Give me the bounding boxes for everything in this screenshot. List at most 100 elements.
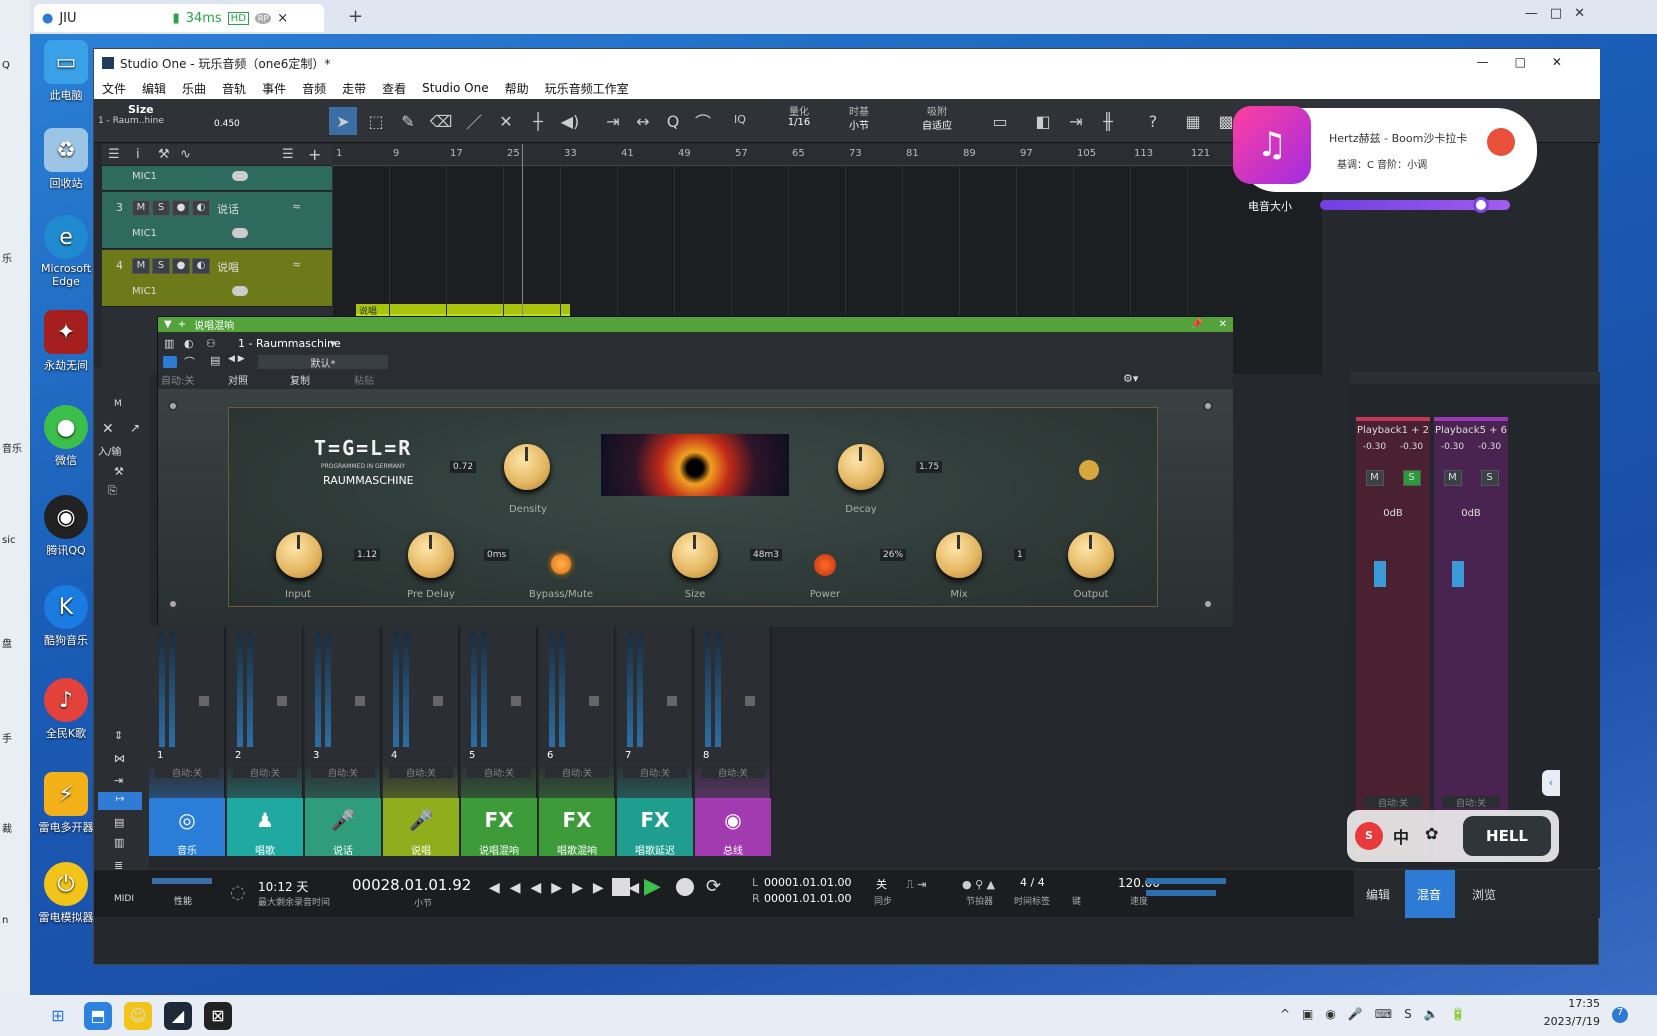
output-icon[interactable]: ↦	[98, 792, 142, 810]
param-value[interactable]: 0.450	[214, 119, 240, 129]
channel-icon[interactable]: ◉	[695, 798, 771, 842]
solo-button[interactable]: S	[152, 258, 170, 274]
close-icon[interactable]: ✕	[1219, 319, 1227, 330]
channel-icon[interactable]: FX	[539, 798, 615, 842]
punch-icons[interactable]: ⎍ ⇥	[906, 878, 926, 892]
bypass-icon[interactable]	[163, 356, 177, 368]
desktop-icon-wechat[interactable]: ● 微信	[36, 405, 96, 468]
solo-button[interactable]: S	[1480, 470, 1499, 486]
automation-mode[interactable]: 自动:关	[623, 766, 687, 779]
collapse-icon[interactable]: ▼	[164, 319, 172, 330]
size-knob[interactable]	[672, 532, 718, 578]
input-knob[interactable]	[276, 532, 322, 578]
gear-icon[interactable]: ⚙▾	[1123, 372, 1138, 385]
automation-mode[interactable]: 自动:关	[311, 766, 375, 779]
power-icon[interactable]: ◐	[184, 337, 194, 350]
tray-icons[interactable]: ^▣◉🎤⌨S🔈🔋	[1280, 1007, 1478, 1021]
quantize-value[interactable]: 1/16	[774, 117, 824, 128]
stop-button[interactable]	[612, 878, 630, 896]
menu-studio-one[interactable]: Studio One	[422, 81, 488, 95]
fader-handle[interactable]	[433, 696, 443, 706]
automation-mode[interactable]: 自动:关	[545, 766, 609, 779]
desktop-icon-qq[interactable]: ◉ 腾讯QQ	[36, 495, 96, 558]
todesk-icon[interactable]: ⬒	[84, 1001, 112, 1030]
desktop-icon-multi[interactable]: ⚡ 雷电多开器	[36, 772, 96, 835]
keyboard-icon[interactable]: ▥	[114, 836, 124, 849]
range-tool-icon[interactable]: ⬚	[362, 107, 390, 135]
narrow-icon[interactable]: ⋈	[114, 752, 125, 765]
eraser-tool-icon[interactable]: ⌫	[427, 107, 455, 135]
desktop-icon-edge[interactable]: e Microsoft Edge	[36, 215, 96, 288]
video-icon[interactable]: ▦	[1179, 107, 1207, 135]
record-button[interactable]: ●	[172, 200, 190, 216]
help-button[interactable]: ?	[1139, 107, 1167, 135]
view-mix-button[interactable]: 混音	[1417, 886, 1441, 903]
pan-left[interactable]: -0.30	[1441, 442, 1464, 452]
plugin-title-bar[interactable]: ▼ + 说唱混响 📌 ✕	[158, 317, 1233, 332]
density-knob[interactable]	[504, 444, 550, 490]
time-signature[interactable]: 4 / 4	[1020, 876, 1045, 889]
bend-icon[interactable]: ⌒	[689, 107, 717, 135]
desktop-icon-computer[interactable]: ▭ 此电脑	[36, 40, 96, 103]
menu-help[interactable]: 帮助	[505, 80, 529, 97]
menu-audio[interactable]: 音频	[302, 80, 326, 97]
ime-apps-icon[interactable]: ✿	[1425, 824, 1438, 843]
pin-icon[interactable]: 📌	[1191, 319, 1203, 330]
minus-icon[interactable]: ▭	[986, 107, 1014, 135]
fader-handle[interactable]	[199, 696, 209, 706]
desktop-icon-karaoke[interactable]: ♪ 全民K歌	[36, 678, 96, 741]
menu-file[interactable]: 文件	[102, 80, 126, 97]
capcut-taskbar-icon[interactable]: ⊠	[204, 1001, 232, 1030]
automation-icon[interactable]: ∿	[180, 147, 191, 162]
emulator-taskbar-icon[interactable]: ☺	[124, 1001, 152, 1030]
monitor-button[interactable]: ◐	[192, 200, 210, 216]
info-icon[interactable]: i	[136, 147, 140, 162]
ime-skin[interactable]: HELL	[1463, 816, 1551, 856]
channel-icon[interactable]: ♟	[227, 798, 303, 842]
metronome-icons[interactable]: ● ⚲ ▲	[962, 878, 995, 891]
plugin-instance[interactable]: 1 - Raummaschine	[238, 337, 341, 350]
power-button[interactable]	[814, 554, 836, 576]
windows-start-icon[interactable]: ⊞	[44, 1002, 72, 1030]
play-button[interactable]: ▶	[644, 874, 661, 899]
compare-button[interactable]: 对照	[228, 372, 248, 387]
chevron-down-icon[interactable]: ▾	[330, 337, 336, 350]
fader-handle[interactable]	[1452, 561, 1464, 587]
new-tab-button[interactable]: +	[348, 6, 363, 27]
split-tool-icon[interactable]: ┼	[524, 107, 552, 135]
fader-handle[interactable]	[589, 696, 599, 706]
chevron-left-icon[interactable]: ‹	[1542, 770, 1560, 796]
pan-right[interactable]: -0.30	[1400, 442, 1423, 452]
fader-handle[interactable]	[667, 696, 677, 706]
parrot-avatar[interactable]	[1487, 128, 1515, 156]
track-menu-icon[interactable]: ☰	[282, 147, 294, 162]
preset-name[interactable]: 默认*	[258, 355, 388, 370]
mute-button[interactable]: M	[1443, 470, 1462, 486]
timebase-value[interactable]: 小节	[834, 117, 884, 132]
predelay-knob[interactable]	[408, 532, 454, 578]
iq-button[interactable]: IQ	[734, 113, 746, 126]
zoom-icon[interactable]: Q	[659, 107, 687, 135]
solo-button[interactable]: S	[152, 200, 170, 216]
timeline-ruler[interactable]: 1 9 17 25 33 41 49 57 65 73 81 89 97 105 113 121	[332, 144, 1322, 166]
menu-song[interactable]: 乐曲	[182, 80, 206, 97]
channel-icon[interactable]: 🎤	[305, 798, 381, 842]
automation-mode[interactable]: 自动:关	[1364, 796, 1422, 809]
mute-button[interactable]: M	[132, 258, 150, 274]
view-edit-button[interactable]: 编辑	[1366, 886, 1390, 903]
browser-tab[interactable]: ● JIU ▮ 34ms HD RP ×	[34, 4, 324, 32]
updown-icon[interactable]: ⇕	[114, 729, 123, 742]
automation-mode[interactable]: 自动:关	[155, 766, 219, 779]
monitor-toggle[interactable]	[232, 286, 248, 296]
window-controls[interactable]: —□✕	[1477, 55, 1588, 69]
fader-handle[interactable]	[355, 696, 365, 706]
sync-value[interactable]: 关	[876, 876, 887, 892]
loop-left[interactable]: 00001.01.01.00	[764, 876, 851, 889]
track-input[interactable]: MIC1	[132, 171, 157, 182]
music-app-icon[interactable]: ♫	[1233, 106, 1311, 184]
close-icon[interactable]: ✕	[102, 421, 114, 437]
pan-left[interactable]: -0.30	[1363, 442, 1386, 452]
preset-icon[interactable]: ▤	[210, 354, 220, 367]
tab-close-button[interactable]: ×	[277, 11, 288, 26]
channel-icon[interactable]: 🎤	[383, 798, 459, 842]
